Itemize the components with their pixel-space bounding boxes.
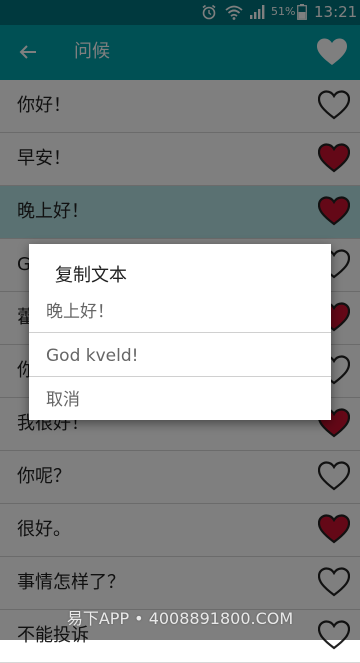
option-label: 晚上好！: [46, 302, 114, 322]
divider: [29, 376, 331, 377]
copy-norwegian-option[interactable]: God kveld!: [29, 334, 331, 378]
cancel-button[interactable]: 取消: [29, 378, 331, 422]
dialog-title: 复制文本: [55, 265, 127, 286]
option-label: God kveld!: [46, 346, 139, 366]
watermark: 易下APP • 4008891800.COM: [66, 609, 294, 628]
copy-text-dialog: 复制文本 晚上好！ God kveld! 取消: [29, 244, 331, 420]
divider: [29, 332, 331, 333]
option-label: 取消: [46, 390, 80, 410]
copy-chinese-option[interactable]: 晚上好！: [29, 290, 331, 334]
